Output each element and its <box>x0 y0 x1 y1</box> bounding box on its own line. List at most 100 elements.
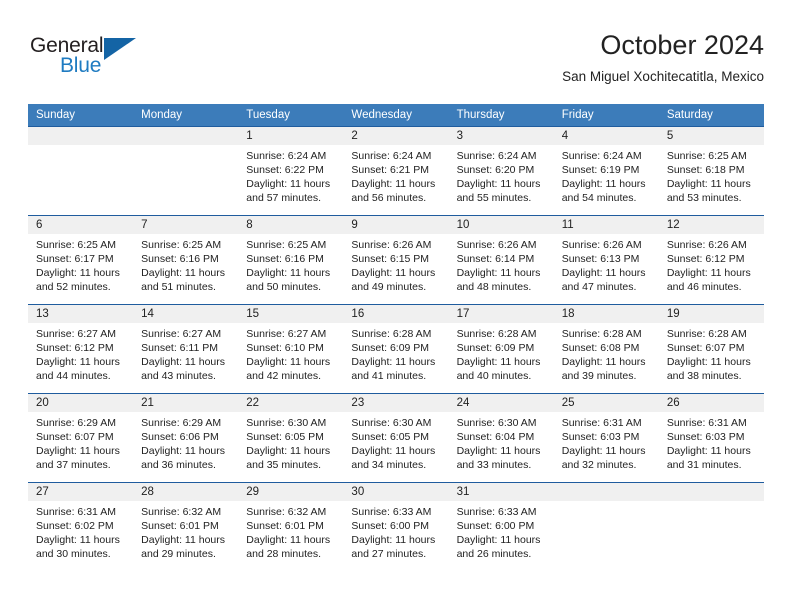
day-detail-line: Sunset: 6:11 PM <box>141 342 218 354</box>
day-detail-line: Daylight: 11 hours <box>561 445 646 457</box>
calendar-day-cell[interactable]: 27 Sunrise: 6:31 AM Sunset: 6:02 PM Dayligh… <box>28 482 134 571</box>
day-detail-line: and 26 minutes. <box>456 548 532 560</box>
weekday-header-sunday: Sunday <box>28 104 134 127</box>
day-details: Sunrise: 6:33 AM Sunset: 6:00 PM Daylight:… <box>343 501 448 561</box>
day-number: 8 <box>238 216 344 234</box>
calendar-day-cell[interactable]: 22 Sunrise: 6:30 AM Sunset: 6:05 PM Dayligh… <box>238 393 344 483</box>
day-detail-line: Daylight: 11 hours <box>351 267 436 279</box>
day-detail-line: Sunrise: 6:26 AM <box>351 239 432 251</box>
day-detail-line: Daylight: 11 hours <box>456 356 541 368</box>
day-cell-content: 22 Sunrise: 6:30 AM Sunset: 6:05 PM Dayligh… <box>238 394 344 482</box>
day-detail-line: Daylight: 11 hours <box>246 267 331 279</box>
day-details: Sunrise: 6:33 AM Sunset: 6:00 PM Daylight:… <box>449 501 554 561</box>
day-cell-content: 18 Sunrise: 6:28 AM Sunset: 6:08 PM Dayligh… <box>553 305 659 393</box>
day-detail-line: and 40 minutes. <box>456 370 532 382</box>
day-detail-line: Sunset: 6:18 PM <box>666 164 745 176</box>
day-detail-line: Sunrise: 6:25 AM <box>246 239 327 251</box>
calendar-day-cell[interactable]: 8 Sunrise: 6:25 AM Sunset: 6:16 PM Daylight… <box>238 215 344 305</box>
day-detail-line: Sunset: 6:06 PM <box>141 431 219 443</box>
calendar-day-cell[interactable]: 10 Sunrise: 6:26 AM Sunset: 6:14 PM Dayligh… <box>448 215 554 305</box>
calendar-day-cell[interactable]: 31 Sunrise: 6:33 AM Sunset: 6:00 PM Dayligh… <box>448 482 554 571</box>
calendar-day-cell[interactable]: 4 Sunrise: 6:24 AM Sunset: 6:19 PM Daylight… <box>553 126 659 216</box>
day-detail-line: Sunset: 6:16 PM <box>141 253 219 265</box>
day-cell-content: 16 Sunrise: 6:28 AM Sunset: 6:09 PM Dayligh… <box>343 305 449 393</box>
day-number: 20 <box>28 394 134 412</box>
day-cell-content: 20 Sunrise: 6:29 AM Sunset: 6:07 PM Dayligh… <box>28 394 134 482</box>
calendar-day-cell[interactable]: 19 Sunrise: 6:28 AM Sunset: 6:07 PM Dayligh… <box>658 304 764 394</box>
calendar-day-cell[interactable]: 24 Sunrise: 6:30 AM Sunset: 6:04 PM Dayligh… <box>448 393 554 483</box>
day-detail-line: and 39 minutes. <box>561 370 637 382</box>
calendar-day-cell[interactable]: 13 Sunrise: 6:27 AM Sunset: 6:12 PM Dayligh… <box>28 304 134 394</box>
calendar-day-cell[interactable]: 12 Sunrise: 6:26 AM Sunset: 6:12 PM Dayligh… <box>658 215 764 305</box>
day-detail-line: and 32 minutes. <box>561 459 637 471</box>
day-cell-content: 2 Sunrise: 6:24 AM Sunset: 6:21 PM Daylight… <box>343 127 449 215</box>
day-detail-line: Sunrise: 6:28 AM <box>561 328 642 340</box>
calendar-day-cell[interactable]: 17 Sunrise: 6:28 AM Sunset: 6:09 PM Dayligh… <box>448 304 554 394</box>
logo-triangle-icon <box>104 38 136 60</box>
day-cell-content: 15 Sunrise: 6:27 AM Sunset: 6:10 PM Dayligh… <box>238 305 344 393</box>
calendar-day-cell[interactable]: 3 Sunrise: 6:24 AM Sunset: 6:20 PM Daylight… <box>448 126 554 216</box>
day-detail-line: Sunrise: 6:27 AM <box>246 328 327 340</box>
day-details: Sunrise: 6:27 AM Sunset: 6:11 PM Daylight:… <box>133 323 238 383</box>
calendar-day-cell[interactable]: 16 Sunrise: 6:28 AM Sunset: 6:09 PM Dayligh… <box>343 304 449 394</box>
day-detail-line: Daylight: 11 hours <box>351 356 436 368</box>
calendar-day-cell[interactable]: 21 Sunrise: 6:29 AM Sunset: 6:06 PM Dayligh… <box>133 393 239 483</box>
weekday-header-tuesday: Tuesday <box>238 104 344 127</box>
day-detail-line: and 46 minutes. <box>666 281 742 293</box>
day-detail-line: Sunrise: 6:33 AM <box>456 506 537 518</box>
day-details: Sunrise: 6:28 AM Sunset: 6:09 PM Daylight:… <box>343 323 448 383</box>
calendar-day-cell[interactable]: 2 Sunrise: 6:24 AM Sunset: 6:21 PM Daylight… <box>343 126 449 216</box>
calendar-day-cell[interactable]: 28 Sunrise: 6:32 AM Sunset: 6:01 PM Dayligh… <box>133 482 239 571</box>
day-details: Sunrise: 6:28 AM Sunset: 6:09 PM Daylight:… <box>449 323 554 383</box>
day-detail-line: Sunrise: 6:28 AM <box>456 328 537 340</box>
day-detail-line: Sunset: 6:00 PM <box>351 520 430 532</box>
day-detail-line: Sunset: 6:01 PM <box>246 520 324 532</box>
day-cell-content: 28 Sunrise: 6:32 AM Sunset: 6:01 PM Dayligh… <box>133 483 239 571</box>
calendar-day-cell[interactable]: 7 Sunrise: 6:25 AM Sunset: 6:16 PM Daylight… <box>133 215 239 305</box>
day-detail-line: Daylight: 11 hours <box>456 267 541 279</box>
day-number: 19 <box>658 305 764 323</box>
calendar-day-cell[interactable]: 29 Sunrise: 6:32 AM Sunset: 6:01 PM Dayligh… <box>238 482 344 571</box>
weekday-header-saturday: Saturday <box>658 104 764 127</box>
day-cell-content <box>28 127 134 215</box>
calendar-day-cell[interactable]: 20 Sunrise: 6:29 AM Sunset: 6:07 PM Dayligh… <box>28 393 134 483</box>
calendar-day-cell[interactable]: 5 Sunrise: 6:25 AM Sunset: 6:18 PM Daylight… <box>658 126 764 216</box>
calendar-day-cell[interactable]: 26 Sunrise: 6:31 AM Sunset: 6:03 PM Dayligh… <box>658 393 764 483</box>
page-title: October 2024 <box>600 30 764 60</box>
day-detail-line: Sunrise: 6:30 AM <box>246 417 327 429</box>
day-number: 18 <box>553 305 659 323</box>
calendar-day-cell <box>658 482 764 571</box>
calendar-day-cell[interactable]: 1 Sunrise: 6:24 AM Sunset: 6:22 PM Daylight… <box>238 126 344 216</box>
calendar-day-cell[interactable]: 23 Sunrise: 6:30 AM Sunset: 6:05 PM Dayligh… <box>343 393 449 483</box>
day-detail-line: Sunrise: 6:29 AM <box>141 417 222 429</box>
day-details <box>554 501 659 505</box>
calendar-day-cell[interactable]: 14 Sunrise: 6:27 AM Sunset: 6:11 PM Dayligh… <box>133 304 239 394</box>
calendar-table: Sunday Monday Tuesday Wednesday Thursday… <box>28 104 764 571</box>
day-detail-line: Daylight: 11 hours <box>561 356 646 368</box>
calendar-day-cell[interactable]: 30 Sunrise: 6:33 AM Sunset: 6:00 PM Dayligh… <box>343 482 449 571</box>
day-number: 10 <box>448 216 554 234</box>
day-detail-line: Sunset: 6:00 PM <box>456 520 535 532</box>
day-detail-line: Daylight: 11 hours <box>666 356 751 368</box>
day-detail-line: Daylight: 11 hours <box>351 534 436 546</box>
title-block: October 2024 San Miguel Xochitecatitla, … <box>562 28 764 87</box>
day-number: 17 <box>448 305 554 323</box>
day-detail-line: Sunrise: 6:24 AM <box>351 150 432 162</box>
calendar-day-cell[interactable]: 6 Sunrise: 6:25 AM Sunset: 6:17 PM Daylight… <box>28 215 134 305</box>
calendar-day-cell[interactable]: 11 Sunrise: 6:26 AM Sunset: 6:13 PM Dayligh… <box>553 215 659 305</box>
day-detail-line: Daylight: 11 hours <box>456 445 541 457</box>
calendar-day-cell[interactable]: 9 Sunrise: 6:26 AM Sunset: 6:15 PM Daylight… <box>343 215 449 305</box>
day-cell-content: 23 Sunrise: 6:30 AM Sunset: 6:05 PM Dayligh… <box>343 394 449 482</box>
day-number: 3 <box>448 127 554 145</box>
calendar-day-cell[interactable]: 25 Sunrise: 6:31 AM Sunset: 6:03 PM Dayligh… <box>553 393 659 483</box>
day-detail-line: Sunrise: 6:26 AM <box>456 239 537 251</box>
calendar-day-cell[interactable]: 18 Sunrise: 6:28 AM Sunset: 6:08 PM Dayligh… <box>553 304 659 394</box>
day-number: 1 <box>238 127 344 145</box>
day-cell-content: 27 Sunrise: 6:31 AM Sunset: 6:02 PM Dayligh… <box>28 483 134 571</box>
day-number: 23 <box>343 394 449 412</box>
day-number: 29 <box>238 483 344 501</box>
weekday-header-monday: Monday <box>133 104 239 127</box>
day-cell-content <box>553 483 659 571</box>
calendar-day-cell[interactable]: 15 Sunrise: 6:27 AM Sunset: 6:10 PM Dayligh… <box>238 304 344 394</box>
day-cell-content: 25 Sunrise: 6:31 AM Sunset: 6:03 PM Dayligh… <box>553 394 659 482</box>
